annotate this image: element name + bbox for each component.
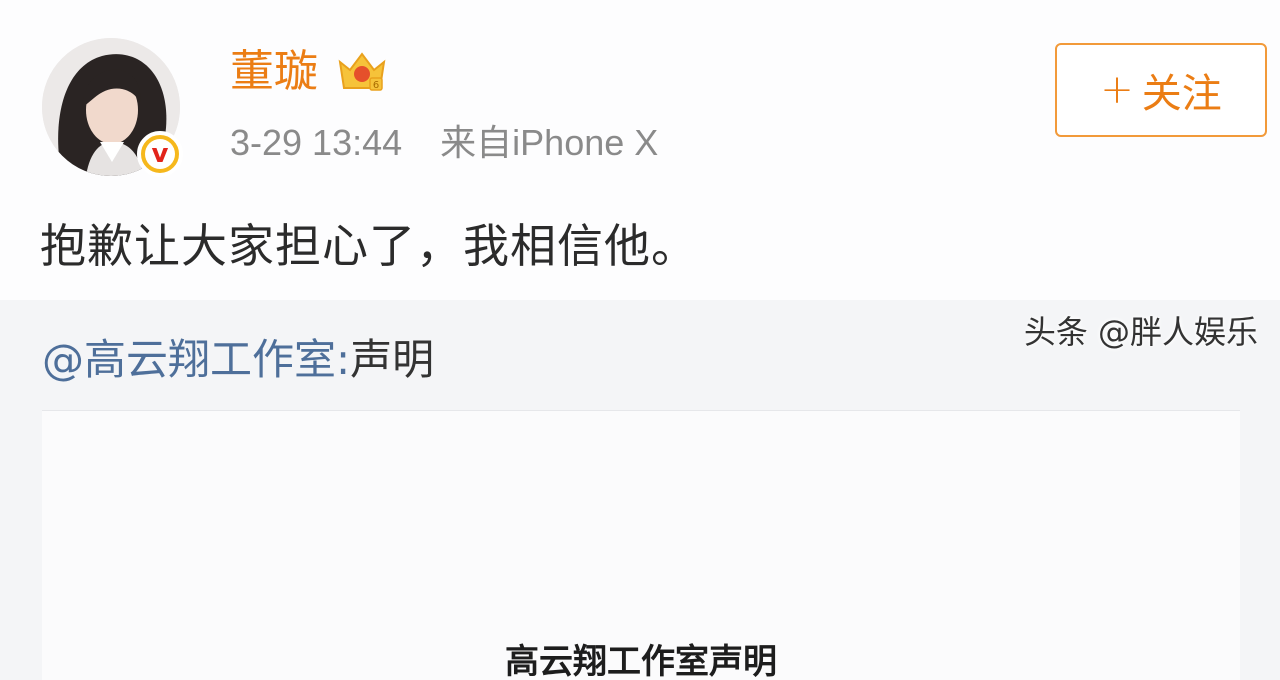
watermark: 头条 @胖人娱乐 [1023,313,1258,351]
follow-button[interactable]: + 关注 [1055,43,1267,137]
svg-text:6: 6 [373,80,379,91]
repost-title: 声明 [350,335,435,384]
timestamp: 3-29 13:44 [230,122,403,163]
post-meta: 3-29 13:44 来自iPhone X [230,120,658,166]
verified-badge-icon: v [137,131,183,177]
statement-image[interactable]: 高云翔工作室声明 [42,410,1240,680]
weibo-post-card: v 董璇 6 3-29 13:44 来自iPhone X + 关注 抱歉让大家担… [0,0,1280,680]
verified-mark: v [145,139,175,169]
statement-image-title: 高云翔工作室声明 [505,642,777,680]
repost-colon: : [336,335,351,384]
repost-section[interactable]: @高云翔工作室:声明 高云翔工作室声明 [0,300,1280,680]
username[interactable]: 董璇 [230,44,318,100]
follow-label: 关注 [1141,71,1222,117]
post-source: 来自iPhone X [440,122,659,163]
repost-mention-link[interactable]: @高云翔工作室 [42,335,336,384]
plus-icon: + [1100,67,1134,113]
repost-header: @高云翔工作室:声明 [42,332,434,388]
post-text: 抱歉让大家担心了，我相信他。 [40,219,698,273]
crown-vip-icon[interactable]: 6 [336,44,388,96]
